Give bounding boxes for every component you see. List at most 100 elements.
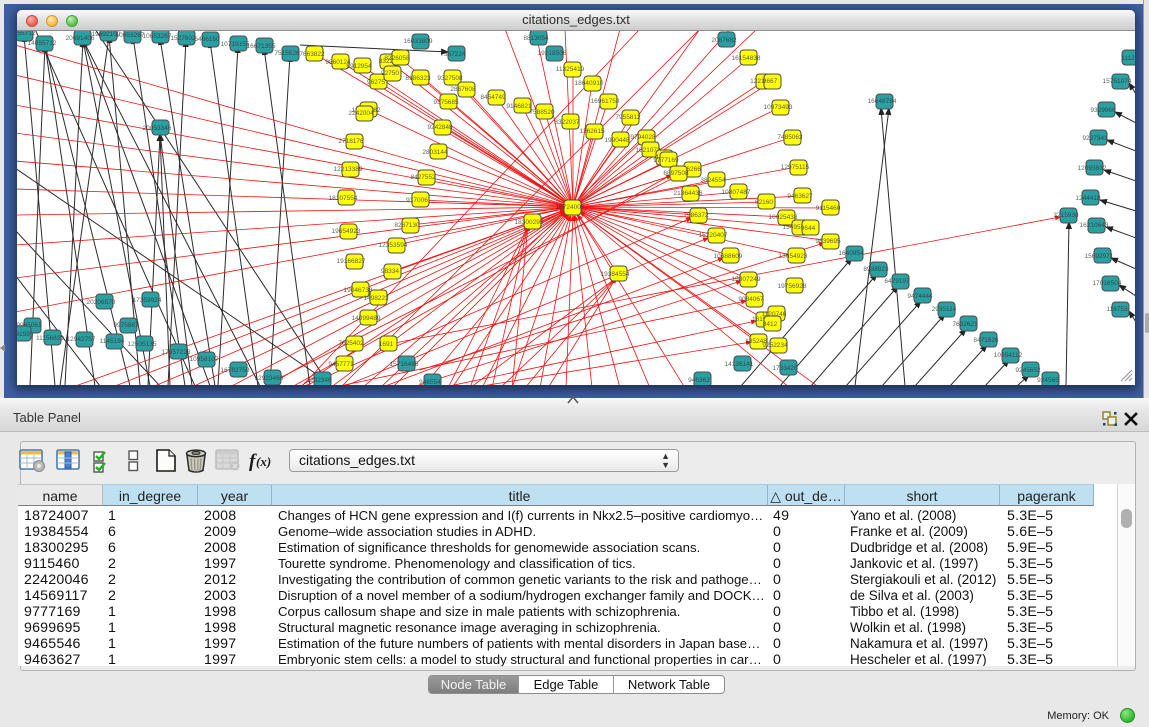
svg-text:96275: 96275 bbox=[367, 79, 385, 86]
svg-text:7588520: 7588520 bbox=[529, 109, 555, 116]
svg-text:8322037: 8322037 bbox=[554, 119, 580, 126]
svg-text:16782759: 16782759 bbox=[221, 367, 250, 374]
svg-text:14099489: 14099489 bbox=[352, 315, 381, 322]
svg-text:62160: 62160 bbox=[755, 199, 773, 206]
svg-text:12975115: 12975115 bbox=[781, 164, 810, 171]
svg-text:17359924: 17359924 bbox=[133, 297, 162, 304]
svg-text:9227341: 9227341 bbox=[1082, 135, 1108, 142]
svg-text:2087682: 2087682 bbox=[711, 37, 737, 44]
svg-text:16961758: 16961758 bbox=[591, 98, 620, 105]
svg-text:10654112: 10654112 bbox=[994, 352, 1023, 359]
svg-text:19218506: 19218506 bbox=[538, 50, 567, 57]
svg-text:8912954: 8912954 bbox=[346, 63, 372, 70]
svg-text:8226058: 8226058 bbox=[384, 55, 410, 62]
svg-text:9644: 9644 bbox=[801, 225, 816, 232]
svg-text:16154838: 16154838 bbox=[732, 55, 761, 62]
svg-text:924565: 924565 bbox=[1037, 377, 1059, 384]
svg-text:10653267: 10653267 bbox=[143, 33, 172, 40]
svg-text:3824554: 3824554 bbox=[700, 177, 726, 184]
svg-text:12505135: 12505135 bbox=[128, 341, 157, 348]
svg-text:7955812: 7955812 bbox=[615, 114, 641, 121]
svg-text:8813054: 8813054 bbox=[523, 35, 549, 42]
svg-text:9975867: 9975867 bbox=[113, 322, 139, 329]
svg-text:19384554: 19384554 bbox=[601, 271, 630, 278]
svg-text:9777169: 9777169 bbox=[653, 157, 679, 164]
svg-text:946554: 946554 bbox=[419, 379, 441, 385]
svg-text:1112: 1112 bbox=[1121, 55, 1135, 62]
svg-text:9252234: 9252234 bbox=[762, 342, 788, 349]
svg-text:9245652: 9245652 bbox=[1015, 367, 1041, 374]
svg-text:3215938: 3215938 bbox=[1053, 212, 1079, 219]
svg-text:9146821: 9146821 bbox=[506, 103, 532, 110]
svg-text:15807249: 15807249 bbox=[732, 276, 761, 283]
svg-text:10958107: 10958107 bbox=[190, 356, 219, 363]
svg-text:7625402: 7625402 bbox=[338, 340, 364, 347]
svg-text:21364436: 21364436 bbox=[674, 190, 703, 197]
svg-text:8267130: 8267130 bbox=[394, 222, 420, 229]
svg-text:8186323: 8186323 bbox=[405, 75, 431, 82]
svg-text:8412: 8412 bbox=[763, 321, 778, 328]
svg-text:116753: 116753 bbox=[1106, 306, 1128, 313]
svg-text:2718176: 2718176 bbox=[338, 138, 364, 145]
svg-text:20691406: 20691406 bbox=[66, 35, 95, 42]
svg-text:9457771: 9457771 bbox=[328, 361, 354, 368]
svg-text:16648784: 16648784 bbox=[868, 98, 897, 105]
svg-text:6897508: 6897508 bbox=[663, 170, 689, 177]
svg-text:17957223: 17957223 bbox=[162, 349, 191, 356]
svg-text:12923468: 12923468 bbox=[255, 375, 284, 382]
svg-text:9794028: 9794028 bbox=[630, 134, 656, 141]
svg-text:(x): (x) bbox=[256, 454, 271, 469]
svg-text:9839695: 9839695 bbox=[815, 238, 841, 245]
svg-text:18300295: 18300295 bbox=[515, 219, 544, 226]
svg-text:9375685: 9375685 bbox=[433, 99, 459, 106]
svg-text:10688609: 10688609 bbox=[714, 253, 743, 260]
svg-text:10807487: 10807487 bbox=[722, 189, 751, 196]
svg-text:19756928: 19756928 bbox=[778, 283, 807, 290]
svg-text:10719155: 10719155 bbox=[221, 41, 250, 48]
svg-text:12942757: 12942757 bbox=[67, 336, 96, 343]
svg-text:6479197: 6479197 bbox=[884, 278, 910, 285]
svg-text:11156829: 11156829 bbox=[36, 335, 64, 342]
svg-text:7986372: 7986372 bbox=[683, 212, 709, 219]
svg-text:1733426: 1733426 bbox=[772, 365, 798, 372]
svg-text:13654923: 13654923 bbox=[779, 253, 808, 260]
svg-text:18640910: 18640910 bbox=[575, 80, 604, 87]
svg-text:1244418: 1244418 bbox=[1075, 195, 1101, 202]
svg-text:7663822: 7663822 bbox=[299, 51, 325, 58]
svg-text:19166827: 19166827 bbox=[337, 258, 366, 265]
svg-text:9667: 9667 bbox=[763, 78, 778, 85]
svg-text:16671355: 16671355 bbox=[247, 43, 276, 50]
svg-text:15751074: 15751074 bbox=[1103, 78, 1132, 85]
svg-text:10653267: 10653267 bbox=[116, 32, 145, 39]
svg-text:15716485: 15716485 bbox=[390, 361, 419, 368]
svg-text:15720407: 15720407 bbox=[699, 232, 728, 239]
svg-text:7515526: 7515526 bbox=[274, 50, 300, 57]
svg-text:8471626: 8471626 bbox=[973, 337, 999, 344]
svg-text:15692971: 15692971 bbox=[1085, 253, 1114, 260]
svg-text:2867608: 2867608 bbox=[450, 86, 476, 93]
svg-text:18107554: 18107554 bbox=[329, 195, 358, 202]
svg-text:939159: 939159 bbox=[17, 331, 30, 338]
svg-text:19654923: 19654923 bbox=[332, 228, 361, 235]
svg-text:9329966: 9329966 bbox=[1090, 107, 1116, 114]
svg-text:9084067: 9084067 bbox=[738, 296, 764, 303]
svg-text:2935114: 2935114 bbox=[932, 306, 957, 313]
svg-text:1527602: 1527602 bbox=[170, 35, 196, 42]
svg-text:1691: 1691 bbox=[379, 341, 394, 348]
svg-text:98334: 98334 bbox=[381, 268, 399, 275]
svg-text:20206578: 20206578 bbox=[87, 299, 116, 306]
svg-text:14055712: 14055712 bbox=[28, 40, 57, 47]
svg-text:1145194: 1145194 bbox=[100, 338, 125, 345]
svg-text:18724007: 18724007 bbox=[556, 204, 585, 211]
svg-text:1292346: 1292346 bbox=[306, 377, 332, 384]
svg-text:2803144: 2803144 bbox=[422, 149, 448, 156]
svg-text:10973493: 10973493 bbox=[764, 104, 793, 111]
svg-text:19046738: 19046738 bbox=[344, 287, 373, 294]
svg-text:7357224: 7357224 bbox=[440, 51, 466, 58]
svg-text:8427552: 8427552 bbox=[410, 174, 436, 181]
svg-text:1362615: 1362615 bbox=[579, 128, 605, 135]
svg-text:1498223: 1498223 bbox=[363, 295, 389, 302]
svg-text:12093832: 12093832 bbox=[1078, 165, 1107, 172]
svg-text:14136141: 14136141 bbox=[725, 361, 754, 368]
svg-text:16033809: 16033809 bbox=[404, 38, 433, 45]
